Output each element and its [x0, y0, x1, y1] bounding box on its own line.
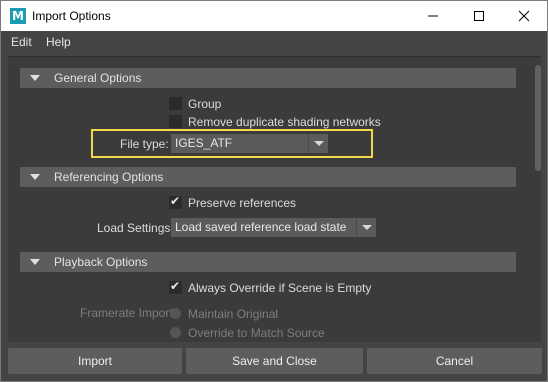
section-title: Playback Options — [54, 255, 148, 269]
load-settings-dropdown[interactable]: Load saved reference load state — [171, 218, 376, 237]
options-panel: General Options Group Remove duplicate s… — [8, 56, 541, 342]
import-button[interactable]: Import — [8, 348, 182, 374]
menu-edit[interactable]: Edit — [11, 35, 32, 49]
menu-help[interactable]: Help — [46, 35, 71, 49]
override-match-source-radio[interactable] — [170, 327, 181, 338]
import-options-window: M Import Options Edit Help General Optio… — [0, 0, 548, 382]
preserve-references-label: Preserve references — [188, 196, 297, 210]
minimize-button[interactable] — [410, 1, 456, 31]
save-and-close-button[interactable]: Save and Close — [186, 348, 363, 374]
remove-duplicate-checkbox[interactable] — [169, 115, 182, 128]
title-bar: M Import Options — [1, 1, 547, 31]
scrollbar-thumb[interactable] — [535, 65, 541, 171]
maintain-original-label: Maintain Original — [188, 307, 279, 321]
close-button[interactable] — [501, 1, 547, 31]
override-match-source-label: Override to Match Source — [188, 326, 325, 340]
checkmark-icon: ✔ — [170, 279, 181, 293]
framerate-import-label: Framerate Import — [80, 306, 173, 320]
playback-options-header[interactable]: Playback Options — [20, 252, 516, 272]
cancel-button[interactable]: Cancel — [367, 348, 542, 374]
minimize-icon — [428, 15, 438, 17]
footer-bar: Import Save and Close Cancel — [1, 345, 547, 381]
checkmark-icon: ✔ — [170, 194, 181, 208]
preserve-references-checkbox[interactable]: ✔ — [169, 194, 182, 209]
collapse-arrow-icon — [30, 259, 40, 265]
always-override-label: Always Override if Scene is Empty — [188, 281, 372, 295]
group-label: Group — [188, 97, 222, 111]
maya-app-icon: M — [10, 8, 26, 24]
maximize-button[interactable] — [456, 1, 502, 31]
always-override-checkbox[interactable]: ✔ — [169, 279, 182, 294]
section-title: General Options — [54, 71, 142, 85]
vertical-scrollbar[interactable] — [534, 57, 541, 342]
menu-bar: Edit Help — [1, 31, 547, 53]
remove-duplicate-label: Remove duplicate shading networks — [188, 115, 381, 129]
section-title: Referencing Options — [54, 170, 164, 184]
referencing-options-header[interactable]: Referencing Options — [20, 167, 516, 187]
collapse-arrow-icon — [30, 174, 40, 180]
group-checkbox[interactable] — [169, 97, 182, 110]
maximize-icon — [474, 11, 484, 21]
close-icon — [518, 10, 530, 22]
load-settings-label: Load Settings — [97, 221, 171, 235]
collapse-arrow-icon — [30, 75, 40, 81]
maintain-original-radio[interactable] — [170, 308, 181, 319]
load-settings-value: Load saved reference load state — [175, 220, 347, 234]
highlight-box — [91, 129, 373, 158]
chevron-down-icon — [356, 218, 376, 237]
window-title: Import Options — [32, 9, 111, 23]
general-options-header[interactable]: General Options — [20, 68, 516, 88]
